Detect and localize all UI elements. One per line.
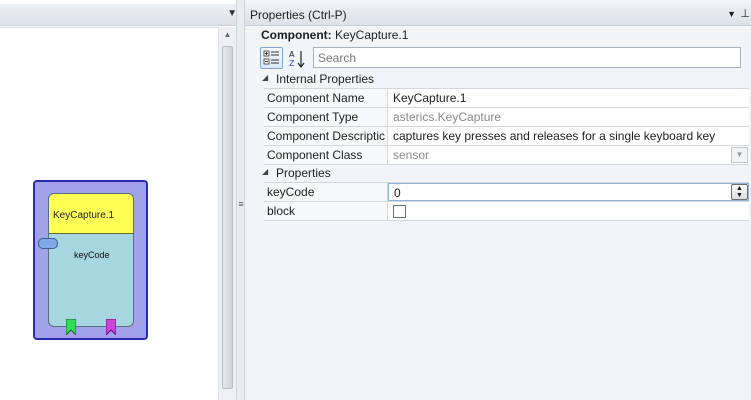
- selected-component-line: Component: KeyCapture.1: [261, 28, 408, 42]
- canvas-pane: ▼ KeyCapture.1 keyCode ▲: [0, 0, 243, 400]
- svg-text:A: A: [289, 50, 295, 59]
- sort-az-icon: A Z: [289, 50, 305, 68]
- chevron-down-icon[interactable]: ▼: [731, 147, 748, 163]
- categorized-view-button[interactable]: [260, 47, 283, 69]
- property-name: Component Class: [264, 146, 388, 164]
- canvas-vertical-scrollbar[interactable]: ▲: [218, 27, 236, 400]
- search-input[interactable]: [313, 47, 741, 68]
- properties-pane: Properties (Ctrl-P) ▼ ⊥ Component: KeyCa…: [245, 0, 751, 400]
- selected-component-name: KeyCapture.1: [335, 28, 409, 42]
- scroll-up-icon[interactable]: ▲: [219, 27, 236, 43]
- output-port-2[interactable]: [106, 319, 116, 336]
- component-block[interactable]: KeyCapture.1 keyCode: [33, 180, 148, 340]
- property-row[interactable]: Component Descriptic captures key presse…: [264, 127, 749, 146]
- category-properties[interactable]: ◢ Properties: [260, 165, 749, 182]
- pin-icon[interactable]: ⊥: [740, 9, 750, 20]
- component-description-value[interactable]: captures key presses and releases for a …: [388, 127, 749, 145]
- alphabetical-sort-button[interactable]: A Z: [285, 47, 308, 69]
- component-body[interactable]: KeyCapture.1 keyCode: [48, 193, 134, 327]
- spin-up-icon[interactable]: ▲: [732, 185, 747, 192]
- properties-header: Properties (Ctrl-P) ▼ ⊥: [245, 4, 751, 26]
- component-name-value[interactable]: KeyCapture.1: [388, 89, 749, 107]
- category-internal-properties[interactable]: ◢ Internal Properties: [260, 71, 749, 88]
- component-type-value: asterics.KeyCapture: [393, 110, 502, 124]
- component-label: Component:: [261, 28, 332, 42]
- property-grid: Component Name KeyCapture.1 Component Ty…: [264, 88, 749, 165]
- collapse-triangle-icon[interactable]: ◢: [262, 167, 268, 177]
- input-port-label: keyCode: [74, 250, 110, 260]
- component-class-value: sensor: [393, 148, 430, 162]
- property-name: Component Type: [264, 108, 388, 126]
- categorized-icon: [263, 50, 279, 65]
- input-port-keycode[interactable]: [38, 238, 58, 249]
- property-name: keyCode: [264, 183, 388, 201]
- properties-title: Properties (Ctrl-P): [250, 8, 347, 22]
- scrollbar-thumb[interactable]: [222, 46, 233, 389]
- splitter-grip-icon: ≡: [238, 199, 244, 209]
- block-value: [388, 202, 749, 220]
- collapse-triangle-icon[interactable]: ◢: [262, 73, 268, 83]
- svg-text:Z: Z: [289, 59, 295, 68]
- property-row[interactable]: Component Class sensor ▼: [264, 146, 749, 165]
- panel-menu-icon[interactable]: ▼: [727, 10, 736, 19]
- keycode-input[interactable]: 0: [388, 183, 749, 201]
- property-row[interactable]: Component Name KeyCapture.1: [264, 89, 749, 108]
- property-name: Component Descriptic: [264, 127, 388, 145]
- property-row[interactable]: Component Type asterics.KeyCapture: [264, 108, 749, 127]
- property-name: block: [264, 202, 388, 220]
- block-checkbox[interactable]: [393, 205, 406, 218]
- component-title: KeyCapture.1: [49, 194, 133, 234]
- output-port-1[interactable]: [66, 319, 76, 336]
- pane-splitter[interactable]: ≡: [236, 0, 245, 400]
- property-name: Component Name: [264, 89, 388, 107]
- canvas-header: ▼: [0, 4, 243, 26]
- property-grid-2: keyCode 0 ▲ ▼ block: [264, 182, 749, 221]
- keycode-spinner[interactable]: ▲ ▼: [731, 184, 748, 200]
- property-row[interactable]: keyCode 0 ▲ ▼: [264, 183, 749, 202]
- spin-down-icon[interactable]: ▼: [732, 192, 747, 199]
- property-row[interactable]: block: [264, 202, 749, 221]
- deployment-canvas[interactable]: KeyCapture.1 keyCode: [0, 27, 218, 400]
